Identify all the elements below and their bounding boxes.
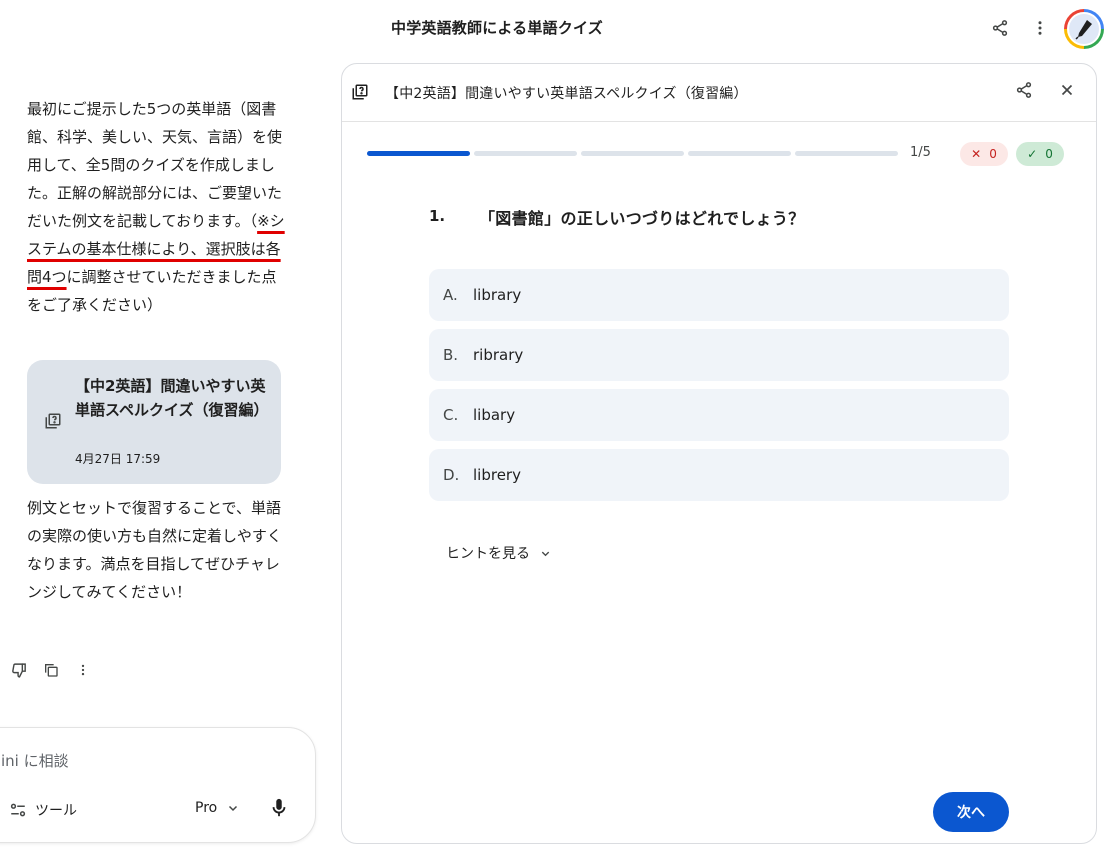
avatar[interactable]: [1064, 9, 1104, 49]
question-text: 「図書館」の正しいつづりはどれでしょう？: [479, 209, 805, 228]
progress-segment: [581, 151, 684, 156]
tune-icon: [10, 803, 26, 817]
answer-option-b[interactable]: B. ribrary: [429, 329, 1009, 381]
close-icon: ✕: [971, 147, 982, 161]
assistant-message-2: 例文とセットで復習することで、単語の実際の使い方も自然に定着しやすくなります。満…: [27, 499, 282, 601]
close-icon[interactable]: [1058, 81, 1076, 103]
progress-segment: [795, 151, 898, 156]
copy-icon[interactable]: [41, 660, 61, 680]
hint-toggle[interactable]: ヒントを見る: [446, 543, 551, 563]
quiz-panel: 【中2英語】間違いやすい英単語スペルクイズ（復習編） 1/5 ✕ 0 ✓ 0 1…: [341, 63, 1097, 844]
answer-option-a[interactable]: A. library: [429, 269, 1009, 321]
tools-button[interactable]: ツール: [9, 800, 77, 820]
model-selector[interactable]: Pro: [195, 800, 239, 816]
answer-option-c[interactable]: C. libary: [429, 389, 1009, 441]
share-icon[interactable]: [1015, 81, 1033, 103]
correct-count-badge: ✓ 0: [1016, 142, 1064, 166]
thumbs-down-icon[interactable]: [9, 660, 29, 680]
option-text: ribrary: [473, 346, 524, 364]
next-button[interactable]: 次へ: [933, 792, 1009, 832]
assistant-message: 最初にご提示した5つの英単語（図書館、科学、美しい、天気、言語）を使用して、全5…: [27, 95, 287, 319]
share-icon[interactable]: [984, 12, 1016, 44]
chevron-down-icon: [541, 551, 550, 556]
model-label: Pro: [195, 800, 218, 816]
option-text: librery: [473, 466, 521, 484]
mic-icon[interactable]: [271, 798, 287, 822]
page-title: 中学英語教師による単語クイズ: [391, 19, 603, 37]
progress-segment: [474, 151, 577, 156]
pen-icon: [1075, 20, 1092, 40]
quiz-icon: [44, 412, 62, 434]
option-text: libary: [473, 406, 516, 424]
wrong-count: 0: [989, 147, 997, 161]
panel-header: 【中2英語】間違いやすい英単語スペルクイズ（復習編）: [342, 64, 1096, 122]
more-vert-icon[interactable]: [1024, 12, 1056, 44]
option-letter: C.: [443, 406, 459, 424]
option-text: library: [473, 286, 522, 304]
correct-count: 0: [1045, 147, 1053, 161]
card-title: 【中2英語】間違いやすい英単語スペルクイズ（復習編）: [75, 377, 269, 419]
hint-label: ヒントを見る: [446, 546, 530, 562]
option-letter: A.: [443, 286, 458, 304]
tools-label: ツール: [35, 803, 77, 819]
quiz-icon: [351, 83, 369, 105]
quiz-title: 【中2英語】間違いやすい英単語スペルクイズ（復習編）: [385, 86, 748, 102]
wrong-count-badge: ✕ 0: [960, 142, 1008, 166]
question-number: 1.: [429, 207, 446, 225]
message-text: 最初にご提示した5つの英単語（図書館、科学、美しい、天気、言語）を使用して、全5…: [27, 100, 283, 230]
answer-option-d[interactable]: D. librery: [429, 449, 1009, 501]
progress-count: 1/5: [910, 145, 931, 160]
check-icon: ✓: [1027, 147, 1038, 161]
prompt-input[interactable]: ini に相談: [1, 750, 201, 771]
more-vert-icon[interactable]: [73, 660, 93, 680]
progress-segment: [688, 151, 791, 156]
quiz-card[interactable]: 【中2英語】間違いやすい英単語スペルクイズ（復習編） 4月27日 17:59: [27, 360, 281, 484]
chevron-down-icon: [229, 805, 238, 812]
card-date: 4月27日 17:59: [75, 452, 161, 466]
option-letter: B.: [443, 346, 459, 364]
progress-segment: [367, 151, 470, 156]
prompt-input-box[interactable]: ini に相談 ツール Pro: [0, 727, 316, 843]
option-letter: D.: [443, 466, 460, 484]
